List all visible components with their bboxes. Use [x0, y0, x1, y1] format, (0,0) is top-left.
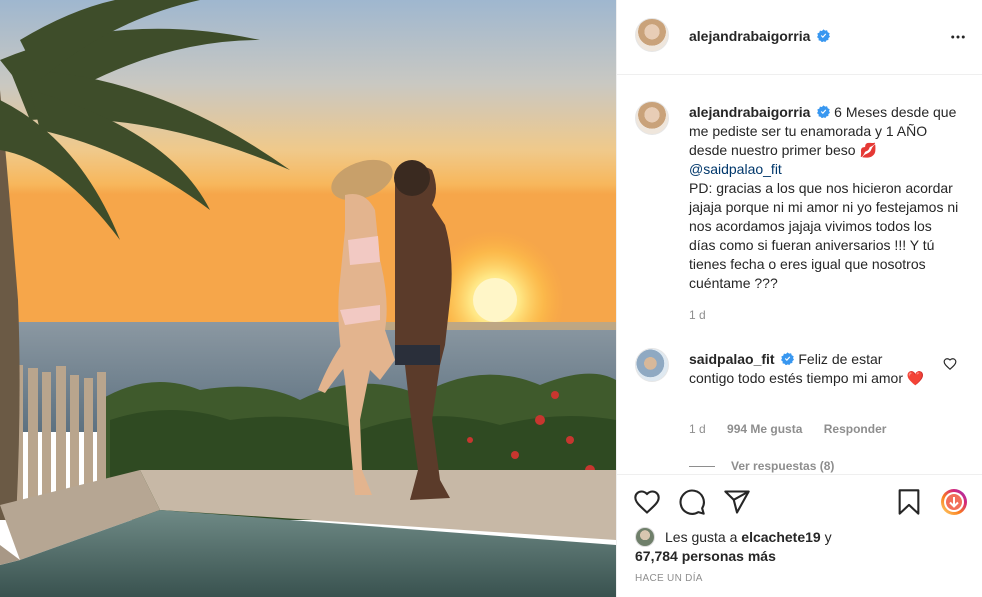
post-side-panel: alejandrabaigorria alejandrabaigorria 6 …	[616, 0, 982, 597]
author-name-row: alejandrabaigorria	[689, 28, 831, 44]
comment-icon[interactable]	[678, 488, 706, 516]
caption-username[interactable]: alejandrabaigorria	[689, 104, 810, 120]
commenter-username[interactable]: saidpalao_fit	[689, 351, 775, 367]
likes-count[interactable]: 67,784 personas más	[635, 548, 776, 564]
caption-timestamp[interactable]: 1 d	[689, 308, 706, 322]
bookmark-icon[interactable]	[895, 488, 923, 516]
instagram-post-modal: alejandrabaigorria alejandrabaigorria 6 …	[0, 0, 982, 597]
comments-list[interactable]: alejandrabaigorria 6 Meses desde que me …	[617, 76, 982, 474]
verified-badge-icon	[817, 29, 831, 42]
author-username[interactable]: alejandrabaigorria	[689, 28, 810, 44]
reply-button[interactable]: Responder	[824, 422, 887, 436]
view-replies-label: Ver respuestas (8)	[731, 459, 835, 473]
share-icon[interactable]	[723, 488, 751, 516]
liker-username[interactable]: elcachete19	[741, 529, 820, 545]
comment-timestamp[interactable]: 1 d	[689, 422, 706, 436]
post-actions: Les gusta a elcachete19 y 67,784 persona…	[617, 474, 982, 597]
likes-line-2: 67,784 personas más	[635, 547, 776, 566]
post-header: alejandrabaigorria	[617, 0, 982, 75]
heart-icon[interactable]	[633, 488, 661, 516]
comment-like-heart-icon[interactable]	[943, 357, 957, 371]
caption-text: alejandrabaigorria 6 Meses desde que me …	[689, 103, 959, 293]
commenter-avatar[interactable]	[635, 348, 669, 382]
more-horizontal-icon[interactable]	[947, 28, 969, 46]
likes-joiner: y	[824, 529, 832, 545]
verified-badge-icon	[817, 105, 831, 118]
verified-badge-icon	[781, 352, 795, 365]
author-avatar[interactable]	[635, 18, 669, 52]
caption-avatar[interactable]	[635, 101, 669, 135]
comment-likes-count[interactable]: 994 Me gusta	[727, 422, 802, 436]
caption-mention[interactable]: @saidpalao_fit	[689, 161, 782, 177]
post-image	[0, 0, 616, 597]
comment-meta: 1 d 994 Me gusta Responder	[689, 422, 904, 436]
post-date[interactable]: HACE UN DÍA	[635, 573, 703, 584]
avatar-story-icon[interactable]	[940, 488, 968, 516]
caption-body-2: PD: gracias a los que nos hicieron acord…	[689, 180, 959, 291]
heart-emoji: ❤️	[906, 370, 925, 386]
post-photo[interactable]	[0, 0, 616, 597]
likes-line-1: Les gusta a elcachete19 y	[665, 528, 832, 547]
view-replies-button[interactable]: Ver respuestas (8)	[689, 459, 834, 473]
likes-prefix: Les gusta a	[665, 529, 738, 545]
comment-text: saidpalao_fit Feliz de estar contigo tod…	[689, 350, 929, 388]
liker-avatar[interactable]	[635, 527, 655, 547]
kiss-emoji: 💋	[859, 142, 877, 158]
replies-divider-line	[689, 466, 715, 468]
